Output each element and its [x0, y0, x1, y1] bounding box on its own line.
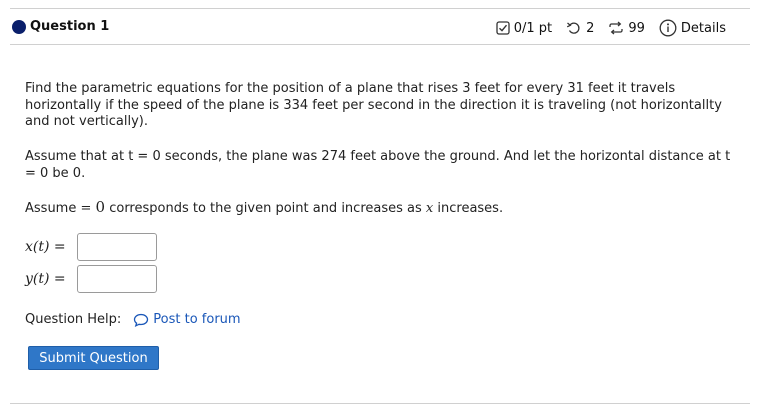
score-check-icon	[496, 21, 510, 35]
y-of-t-input[interactable]	[77, 265, 157, 293]
x-of-t-input[interactable]	[77, 233, 157, 261]
status-dot-icon	[12, 20, 26, 34]
question-header: Question 1 0/1 pt 2 99 Details	[0, 14, 760, 42]
retries-count: 2	[586, 20, 595, 36]
question-text: Find the parametric equations for the po…	[25, 81, 722, 129]
attempts-icon	[609, 21, 624, 35]
assumption-text: Assume that at t = 0 seconds, the plane …	[25, 149, 731, 181]
attempts-count: 99	[628, 20, 645, 36]
details-link[interactable]: Details	[681, 21, 726, 36]
retry-icon	[567, 22, 580, 34]
bottom-divider	[10, 403, 750, 404]
answer-label-x: x(t) =	[25, 238, 66, 255]
top-divider	[10, 8, 750, 9]
answer-row-x: x(t) =	[25, 233, 157, 261]
submit-question-button[interactable]: Submit Question	[28, 346, 159, 370]
header-divider	[10, 44, 750, 45]
question-help: Question Help: Post to forum	[25, 312, 241, 329]
chat-bubble-icon	[134, 314, 149, 328]
score-text: 0/1 pt	[513, 20, 553, 36]
post-to-forum-link[interactable]: Post to forum	[153, 312, 240, 329]
assume-line: Assume = 0 corresponds to the given poin…	[25, 198, 504, 216]
answer-label-y: y(t) =	[25, 270, 66, 287]
help-label: Question Help:	[25, 312, 122, 327]
question-meta: 0/1 pt 2 99 Details	[496, 19, 726, 37]
info-icon[interactable]	[659, 19, 677, 37]
question-title: Question 1	[30, 19, 110, 34]
answer-row-y: y(t) =	[25, 265, 157, 293]
